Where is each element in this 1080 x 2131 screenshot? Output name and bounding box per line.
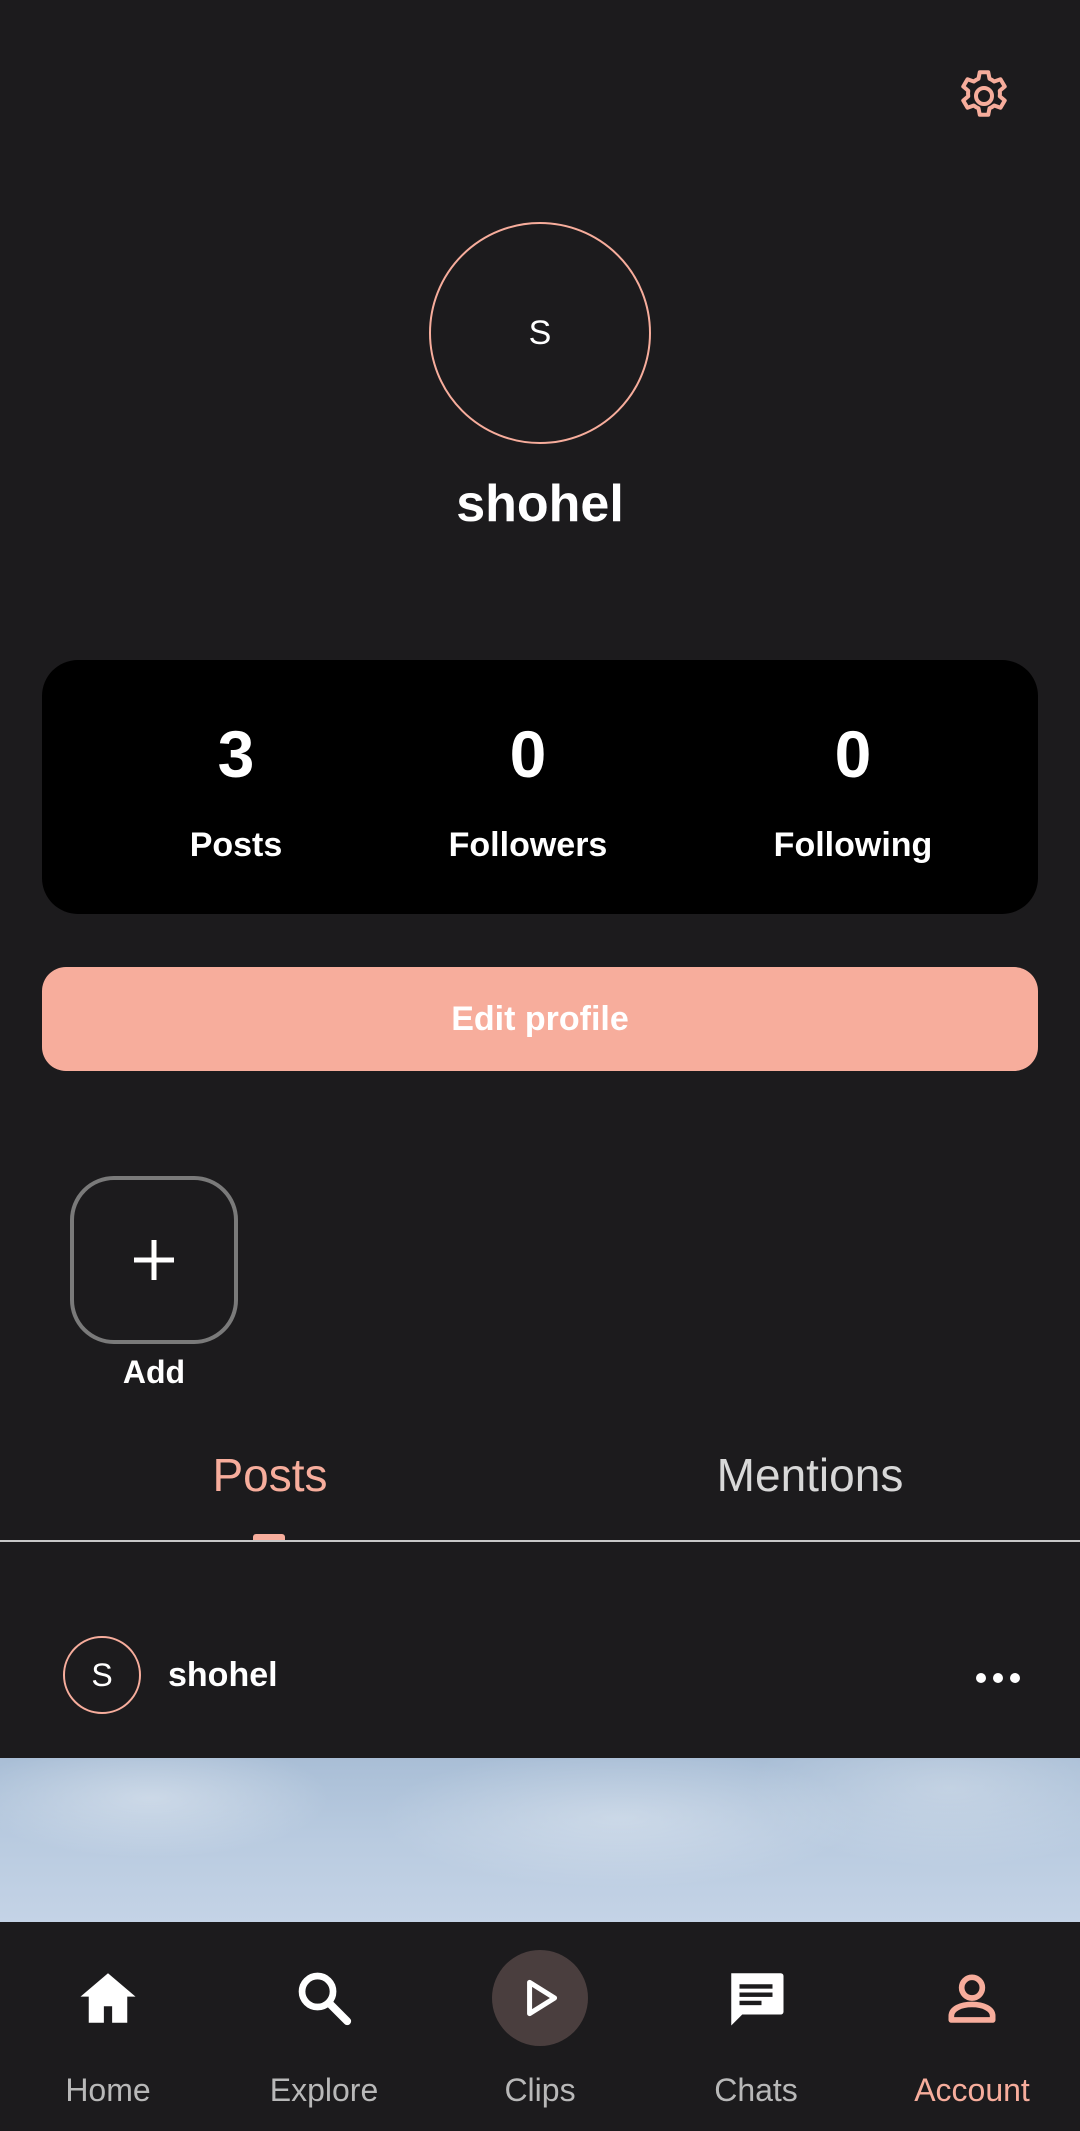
gear-icon (961, 70, 1007, 117)
profile-username: shohel (456, 475, 624, 533)
following-count: 0 (834, 717, 872, 791)
tab-posts[interactable]: Posts (0, 1430, 540, 1540)
post-author-name[interactable]: shohel (168, 1656, 278, 1695)
following-label: Following (773, 826, 933, 864)
play-icon (527, 1979, 558, 2017)
followers-label: Followers (448, 826, 608, 864)
nav-clips[interactable]: Clips (432, 1922, 648, 2131)
post-avatar-initial: S (91, 1656, 113, 1693)
nav-clips-label: Clips (504, 2072, 576, 2108)
post-header: S shohel (0, 1636, 1080, 1716)
nav-explore-label: Explore (269, 2072, 379, 2108)
chat-icon (731, 1973, 784, 2026)
profile-screen: S shohel 3 Posts 0 Followers 0 Following… (0, 0, 1080, 2131)
home-icon (80, 1973, 136, 2023)
more-dots-icon[interactable] (966, 1658, 1030, 1698)
nav-home[interactable]: Home (0, 1922, 216, 2131)
edit-profile-button[interactable]: Edit profile (42, 967, 1038, 1071)
add-highlight-button[interactable] (70, 1176, 238, 1344)
posts-count: 3 (217, 717, 255, 791)
add-highlight-label: Add (122, 1354, 186, 1390)
tabs-divider (0, 1540, 1080, 1542)
post-image[interactable] (0, 1758, 1080, 1922)
search-icon (298, 1972, 352, 2026)
nav-home-label: Home (65, 2072, 151, 2108)
profile-tabs: Posts Mentions (0, 1430, 1080, 1542)
bottom-navigation: Home Explore Clips Chats Account (0, 1922, 1080, 2131)
nav-account[interactable]: Account (864, 1922, 1080, 2131)
profile-avatar[interactable]: S (429, 222, 651, 444)
avatar-initial: S (528, 313, 552, 352)
settings-button[interactable] (940, 52, 1028, 140)
stats-card: 3 Posts 0 Followers 0 Following (42, 660, 1038, 914)
tab-mentions[interactable]: Mentions (540, 1430, 1080, 1540)
post-author-avatar[interactable]: S (63, 1636, 141, 1714)
account-icon (948, 1974, 996, 2023)
nav-explore[interactable]: Explore (216, 1922, 432, 2131)
plus-icon (134, 1240, 174, 1280)
nav-account-label: Account (914, 2072, 1030, 2108)
nav-chats-label: Chats (714, 2072, 798, 2108)
nav-chats[interactable]: Chats (648, 1922, 864, 2131)
posts-label: Posts (189, 826, 283, 864)
followers-count: 0 (509, 717, 547, 791)
